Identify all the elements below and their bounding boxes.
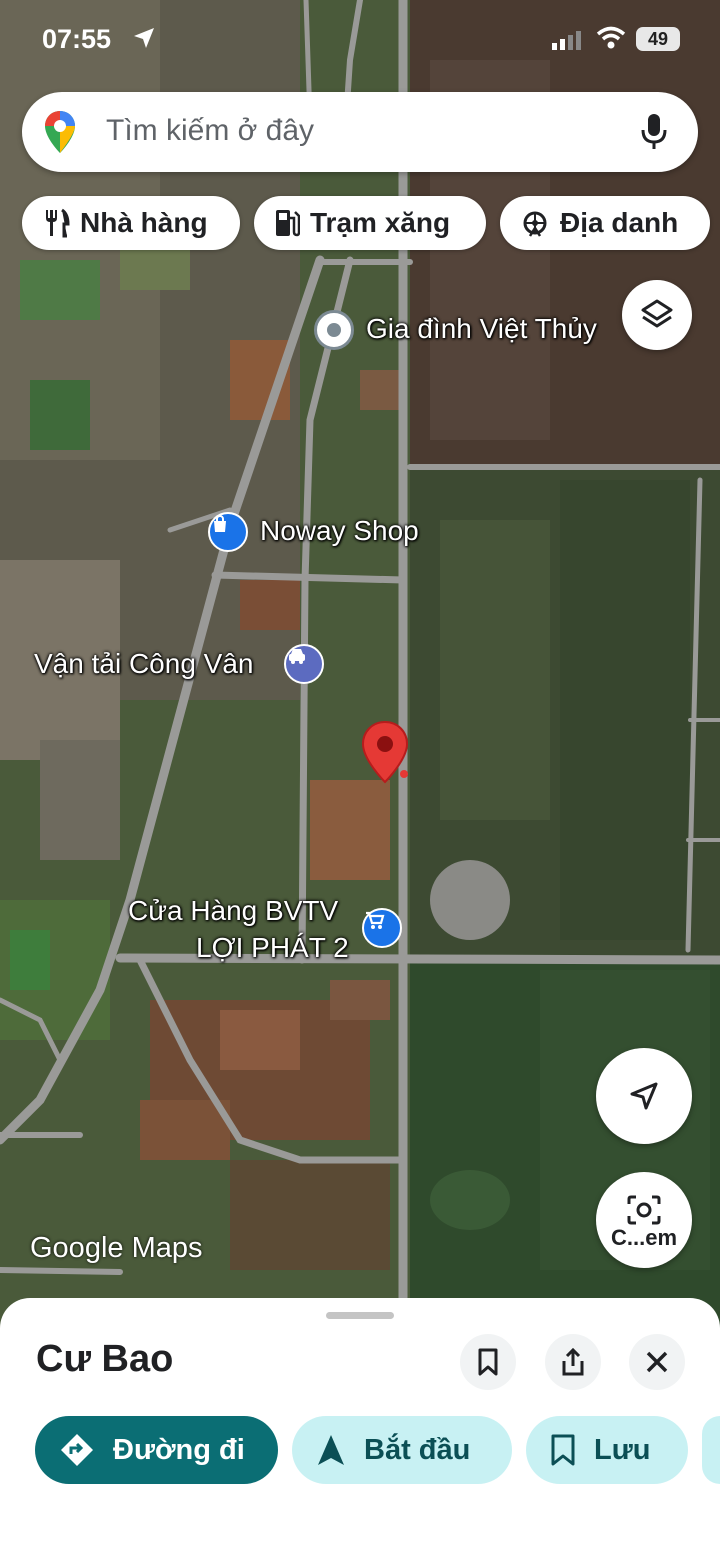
close-icon	[646, 1351, 668, 1373]
location-arrow-icon	[134, 28, 154, 48]
google-maps-watermark: Google Maps	[30, 1232, 203, 1264]
search-bar[interactable]: Tìm kiếm ở đây	[22, 92, 698, 172]
navigation-start-icon	[318, 1435, 344, 1465]
gas-station-icon	[276, 210, 300, 237]
camera-search-button[interactable]: C...em	[596, 1172, 692, 1268]
place-label-cua-hang[interactable]: Cửa Hàng BVTV	[128, 895, 338, 927]
save-bookmark-icon	[551, 1434, 575, 1466]
status-bar: 07:55 49	[0, 0, 720, 80]
chip-restaurants[interactable]: Nhà hàng	[22, 196, 240, 250]
directions-label: Đường đi	[113, 1433, 245, 1466]
status-time: 07:55	[42, 24, 112, 54]
more-actions-pill[interactable]	[702, 1416, 720, 1484]
close-button[interactable]	[629, 1334, 685, 1390]
microphone-icon[interactable]	[640, 112, 668, 152]
google-maps-logo-icon	[45, 111, 75, 153]
shopping-bag-icon[interactable]	[208, 512, 248, 552]
start-label: Bắt đầu	[364, 1433, 471, 1466]
directions-icon	[61, 1434, 93, 1466]
share-icon	[562, 1347, 584, 1376]
battery-indicator: 49	[636, 27, 680, 51]
share-button[interactable]	[545, 1334, 601, 1390]
landmark-icon	[523, 211, 547, 237]
chip-restaurants-label: Nhà hàng	[80, 207, 208, 238]
wifi-icon	[596, 26, 626, 49]
search-input[interactable]: Tìm kiếm ở đây	[106, 114, 314, 148]
bookmark-icon	[478, 1348, 498, 1376]
shopping-cart-icon[interactable]	[362, 908, 402, 948]
restaurant-icon	[46, 208, 70, 238]
layers-button[interactable]	[622, 280, 692, 350]
pin-dot	[400, 770, 408, 778]
sheet-drag-handle[interactable]	[326, 1312, 394, 1319]
chip-landmarks-label: Địa danh	[560, 207, 679, 238]
place-label-loi-phat[interactable]: LỢI PHÁT 2	[196, 932, 349, 964]
chip-gas-stations[interactable]: Trạm xăng	[254, 196, 486, 250]
place-label-noway-shop[interactable]: Noway Shop	[260, 515, 419, 547]
save-bookmark-button[interactable]	[460, 1334, 516, 1390]
save-button[interactable]: Lưu	[526, 1416, 688, 1484]
place-bottom-sheet[interactable]: Cư Bao Đường đi Bắt đầu Lưu	[0, 1298, 720, 1559]
navigation-arrow-icon	[630, 1082, 658, 1110]
car-icon[interactable]	[284, 644, 324, 684]
directions-button[interactable]: Đường đi	[35, 1416, 278, 1484]
layers-icon	[641, 299, 673, 328]
place-title: Cư Bao	[36, 1338, 174, 1380]
camera-button-label: C...em	[610, 1225, 678, 1250]
chip-gas-stations-label: Trạm xăng	[310, 207, 451, 238]
my-location-button[interactable]	[596, 1048, 692, 1144]
start-navigation-button[interactable]: Bắt đầu	[292, 1416, 512, 1484]
chip-landmarks[interactable]: Địa danh	[500, 196, 710, 250]
place-dot-icon[interactable]	[314, 310, 354, 350]
place-label-van-tai[interactable]: Vận tải Công Vân	[34, 648, 254, 680]
save-label: Lưu	[594, 1433, 651, 1466]
camera-lens-icon	[627, 1195, 661, 1225]
place-label-gia-dinh[interactable]: Gia đình Việt Thủy	[366, 313, 597, 345]
cellular-signal-icon	[552, 31, 581, 50]
